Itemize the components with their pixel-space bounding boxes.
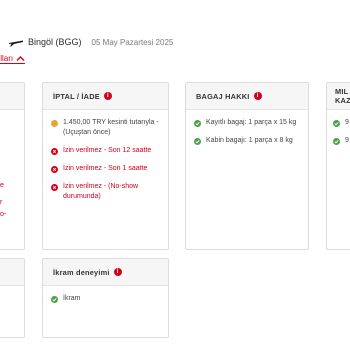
flight-route: Bingöl (BGG) 05 May Pazartesi 2025 — [8, 35, 173, 49]
flight-date: 05 May Pazartesi 2025 — [91, 37, 174, 47]
toggle-label: ılları — [0, 54, 14, 63]
card-title-line: KAZ — [335, 96, 350, 105]
chevron-up-icon — [16, 56, 25, 61]
policy-text: İzin verilmez - Son 12 saatte — [63, 147, 152, 154]
card-title-line: MIL — [335, 87, 349, 96]
catering-row: İkram — [51, 294, 160, 304]
policy-row: 1.450,00 TRY kesinti tutarıyla - (Uçuşta… — [51, 118, 160, 138]
card-header: İkram deneyimi i — [43, 259, 168, 286]
check-icon — [194, 119, 201, 127]
catering-card: İkram deneyimi i İkram — [42, 258, 169, 338]
fragment-text: r — [0, 199, 3, 206]
toggle-underline — [0, 63, 26, 64]
policy-text: İzin verilmez - Son 1 saatte — [63, 165, 148, 172]
policy-row: İzin verilmez - Son 1 saatte — [51, 164, 160, 174]
card-header: BAGAJ HAKKI i — [186, 83, 308, 110]
cross-icon — [51, 147, 58, 155]
check-icon — [333, 119, 340, 127]
refund-policy-card: İPTAL / İADE i 1.450,00 TRY kesinti tuta… — [42, 82, 169, 250]
fragment-text: e — [0, 182, 4, 189]
info-icon[interactable]: i — [253, 92, 262, 100]
lower-card-partial — [0, 258, 25, 338]
collapse-details-toggle[interactable]: ılları — [0, 54, 26, 64]
card-header: MIL KAZ — [327, 83, 350, 110]
baggage-text: Kayıtlı bagaj: 1 parça x 15 kg — [206, 119, 297, 126]
check-icon — [194, 137, 201, 145]
card-title: İkram deneyimi — [53, 267, 110, 277]
miles-row: 9 — [333, 118, 350, 128]
fare-card-partial — [0, 82, 25, 250]
cross-icon — [51, 165, 58, 173]
policy-row: İzin verilmez - Son 12 saatte — [51, 146, 160, 156]
miles-text: 9 — [345, 137, 349, 144]
card-header: İPTAL / İADE i — [43, 83, 168, 110]
policy-row: İzin verilmez - (No-show durumunda) — [51, 182, 160, 202]
info-icon[interactable]: i — [113, 268, 122, 276]
info-icon[interactable]: i — [103, 92, 112, 100]
baggage-row: Kayıtlı bagaj: 1 parça x 15 kg — [194, 118, 300, 128]
catering-text: İkram — [63, 295, 81, 302]
baggage-allowance-card: BAGAJ HAKKI i Kayıtlı bagaj: 1 parça x 1… — [185, 82, 309, 250]
policy-text: 1.450,00 TRY kesinti tutarıyla - (Uçuşta… — [63, 119, 159, 136]
check-icon — [51, 295, 58, 303]
miles-text: 9 — [345, 119, 349, 126]
check-icon — [333, 137, 340, 145]
baggage-text: Kabin bagajı: 1 parça x 8 kg — [206, 137, 293, 144]
card-header — [0, 83, 24, 110]
policy-text: İzin verilmez - (No-show durumunda) — [63, 183, 139, 200]
baggage-row: Kabin bagajı: 1 parça x 8 kg — [194, 136, 300, 146]
miles-card-partial: MIL KAZ 9 9 — [326, 82, 350, 250]
card-title: İPTAL / İADE — [53, 91, 100, 101]
fragment-text: o- — [0, 211, 7, 218]
card-header — [0, 259, 24, 286]
card-title: BAGAJ HAKKI — [196, 91, 250, 101]
destination-airport: Bingöl (BGG) — [28, 37, 82, 47]
cross-icon — [51, 183, 58, 191]
coin-icon — [51, 119, 58, 127]
miles-row: 9 — [333, 136, 350, 146]
plane-icon — [9, 40, 23, 47]
